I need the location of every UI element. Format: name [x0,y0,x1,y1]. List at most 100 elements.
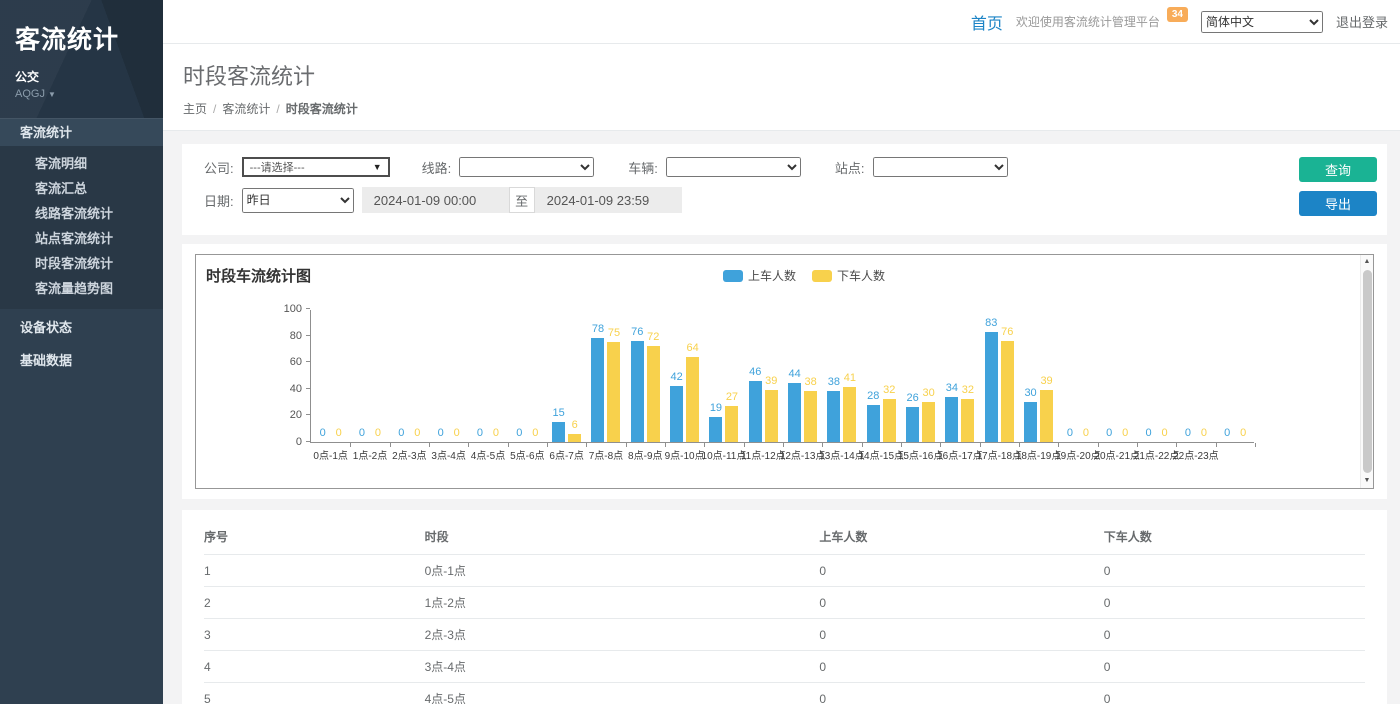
sidebar-subitem[interactable]: 客流量趋势图 [0,276,163,301]
x-axis-tick-label: 8点-9点 [628,447,662,462]
table-row: 43点-4点00 [204,651,1365,683]
table-column-header: 下车人数 [1104,518,1365,555]
table-column-header: 上车人数 [819,518,1103,555]
page-title: 时段客流统计 [183,59,1380,91]
home-link[interactable]: 首页 [971,10,1003,34]
bar-group: 78757点-8点 [586,310,625,442]
legend-label: 下车人数 [837,267,885,284]
line-select[interactable] [459,157,594,177]
vehicle-select[interactable] [666,157,801,177]
bar: 19 [709,417,722,442]
sidebar-item[interactable]: 基础数据 [0,344,163,377]
x-axis-tick-label: 5点-6点 [510,447,544,462]
chart-vertical-scrollbar[interactable]: ▲ ▼ [1360,255,1373,488]
bar-value-label: 75 [608,327,620,339]
breadcrumb-home[interactable]: 主页 [183,102,207,116]
bar-value-label: 0 [1224,427,1230,439]
breadcrumb-section[interactable]: 客流统计 [222,102,270,116]
content-area: 公司: ---请选择--- ▼ 线路: 车辆: 站点: 日期: 昨日 2024-… [163,131,1400,704]
sidebar-subitem[interactable]: 线路客流统计 [0,201,163,226]
x-axis-tick-label: 3点-4点 [431,447,465,462]
bar-group: 42649点-10点 [665,310,704,442]
caret-down-icon: ▼ [373,162,382,172]
table-cell: 5 [204,683,425,704]
table-row: 10点-1点00 [204,555,1365,587]
table-column-header: 时段 [425,518,820,555]
x-axis-tick-label: 7点-8点 [589,447,623,462]
welcome-text: 欢迎使用客流统计管理平台 [1016,13,1160,30]
chart-legend: 上车人数 下车人数 [723,267,885,284]
legend-item[interactable]: 上车人数 [723,267,796,284]
date-from-input[interactable]: 2024-01-09 00:00 [362,187,509,213]
page-heading: 时段客流统计 主页/客流统计/时段客流统计 [163,44,1400,131]
bar-value-label: 0 [438,427,444,439]
bar-value-label: 38 [804,376,816,388]
user-menu[interactable]: AQGJ▼ [15,88,148,100]
bar: 76 [1001,341,1014,442]
bar-group: 303918点-19点 [1019,310,1058,442]
bar-group: 000点-1点 [311,310,350,442]
date-to-input[interactable]: 2024-01-09 23:59 [535,187,682,213]
legend-item[interactable]: 下车人数 [812,267,885,284]
table-cell: 0 [1104,651,1365,683]
x-axis-tick-label: 6点-7点 [549,447,583,462]
bar: 42 [670,386,683,442]
x-axis-tick-mark [626,443,627,447]
sidebar-section-passenger-stats[interactable]: 客流统计 [0,118,163,146]
station-select[interactable] [873,157,1008,177]
chart-panel: 时段车流统计图 上车人数下车人数 020406080100000点-1点001点… [182,244,1387,499]
app-title: 客流统计 [15,20,148,56]
org-label: 公交 [15,68,148,85]
sidebar-subitem[interactable]: 时段客流统计 [0,251,163,276]
bar-value-label: 19 [710,402,722,414]
vehicle-label: 车辆: [628,158,658,177]
search-button[interactable]: 查询 [1299,157,1377,182]
bar: 44 [788,383,801,442]
sidebar-subitem[interactable]: 客流汇总 [0,176,163,201]
y-axis-tick-label: 20 [290,409,302,421]
filter-row-1: 公司: ---请选择--- ▼ 线路: 车辆: 站点: [204,157,1287,177]
bar: 38 [827,391,840,442]
chart-container: 时段车流统计图 上车人数下车人数 020406080100000点-1点001点… [195,254,1374,489]
main-area: 首页 欢迎使用客流统计管理平台 34 简体中文 退出登录 时段客流统计 主页/客… [163,0,1400,704]
sidebar-subitem[interactable]: 站点客流统计 [0,226,163,251]
table-row: 54点-5点00 [204,683,1365,704]
hourly-stats-table: 序号时段上车人数下车人数 10点-1点0021点-2点0032点-3点0043点… [204,518,1365,704]
legend-swatch-icon [723,270,743,282]
bar-group: 0019点-20点 [1058,310,1097,442]
scroll-up-icon[interactable]: ▲ [1361,255,1373,269]
sidebar-item[interactable]: 设备状态 [0,311,163,344]
bar-value-label: 76 [1001,326,1013,338]
logout-link[interactable]: 退出登录 [1336,12,1388,31]
notification-badge[interactable]: 34 [1167,7,1188,22]
bar-value-label: 32 [962,384,974,396]
scrollbar-thumb[interactable] [1363,270,1372,473]
bar-value-label: 39 [1040,375,1052,387]
bar-value-label: 30 [922,387,934,399]
chart-plot: 020406080100000点-1点001点-2点002点-3点003点-4点… [310,310,1254,443]
company-select[interactable]: ---请选择--- ▼ [242,157,390,177]
x-axis-tick-label: 0点-1点 [313,447,347,462]
bar-value-label: 0 [532,427,538,439]
table-cell: 3点-4点 [425,651,820,683]
bar-value-label: 0 [1201,427,1207,439]
language-select[interactable]: 简体中文 [1201,11,1323,33]
x-axis-tick-label: 10点-11点 [702,447,747,462]
breadcrumb: 主页/客流统计/时段客流统计 [183,100,1380,117]
x-axis-tick-mark [1216,443,1217,447]
bar-group: 463911点-12点 [744,310,783,442]
y-axis-tick-mark [306,361,310,362]
y-axis-tick-mark [306,388,310,389]
scroll-down-icon[interactable]: ▼ [1361,474,1373,488]
bar-group: 384113点-14点 [822,310,861,442]
date-preset-select[interactable]: 昨日 [242,188,354,213]
bar-value-label: 26 [906,392,918,404]
bar-value-label: 0 [1161,427,1167,439]
export-button[interactable]: 导出 [1299,191,1377,216]
bar-value-label: 44 [788,368,800,380]
sidebar-subitem[interactable]: 客流明细 [0,151,163,176]
bar-value-label: 32 [883,384,895,396]
table-cell: 0 [1104,683,1365,704]
bar-group: 003点-4点 [429,310,468,442]
table-cell: 0 [819,651,1103,683]
